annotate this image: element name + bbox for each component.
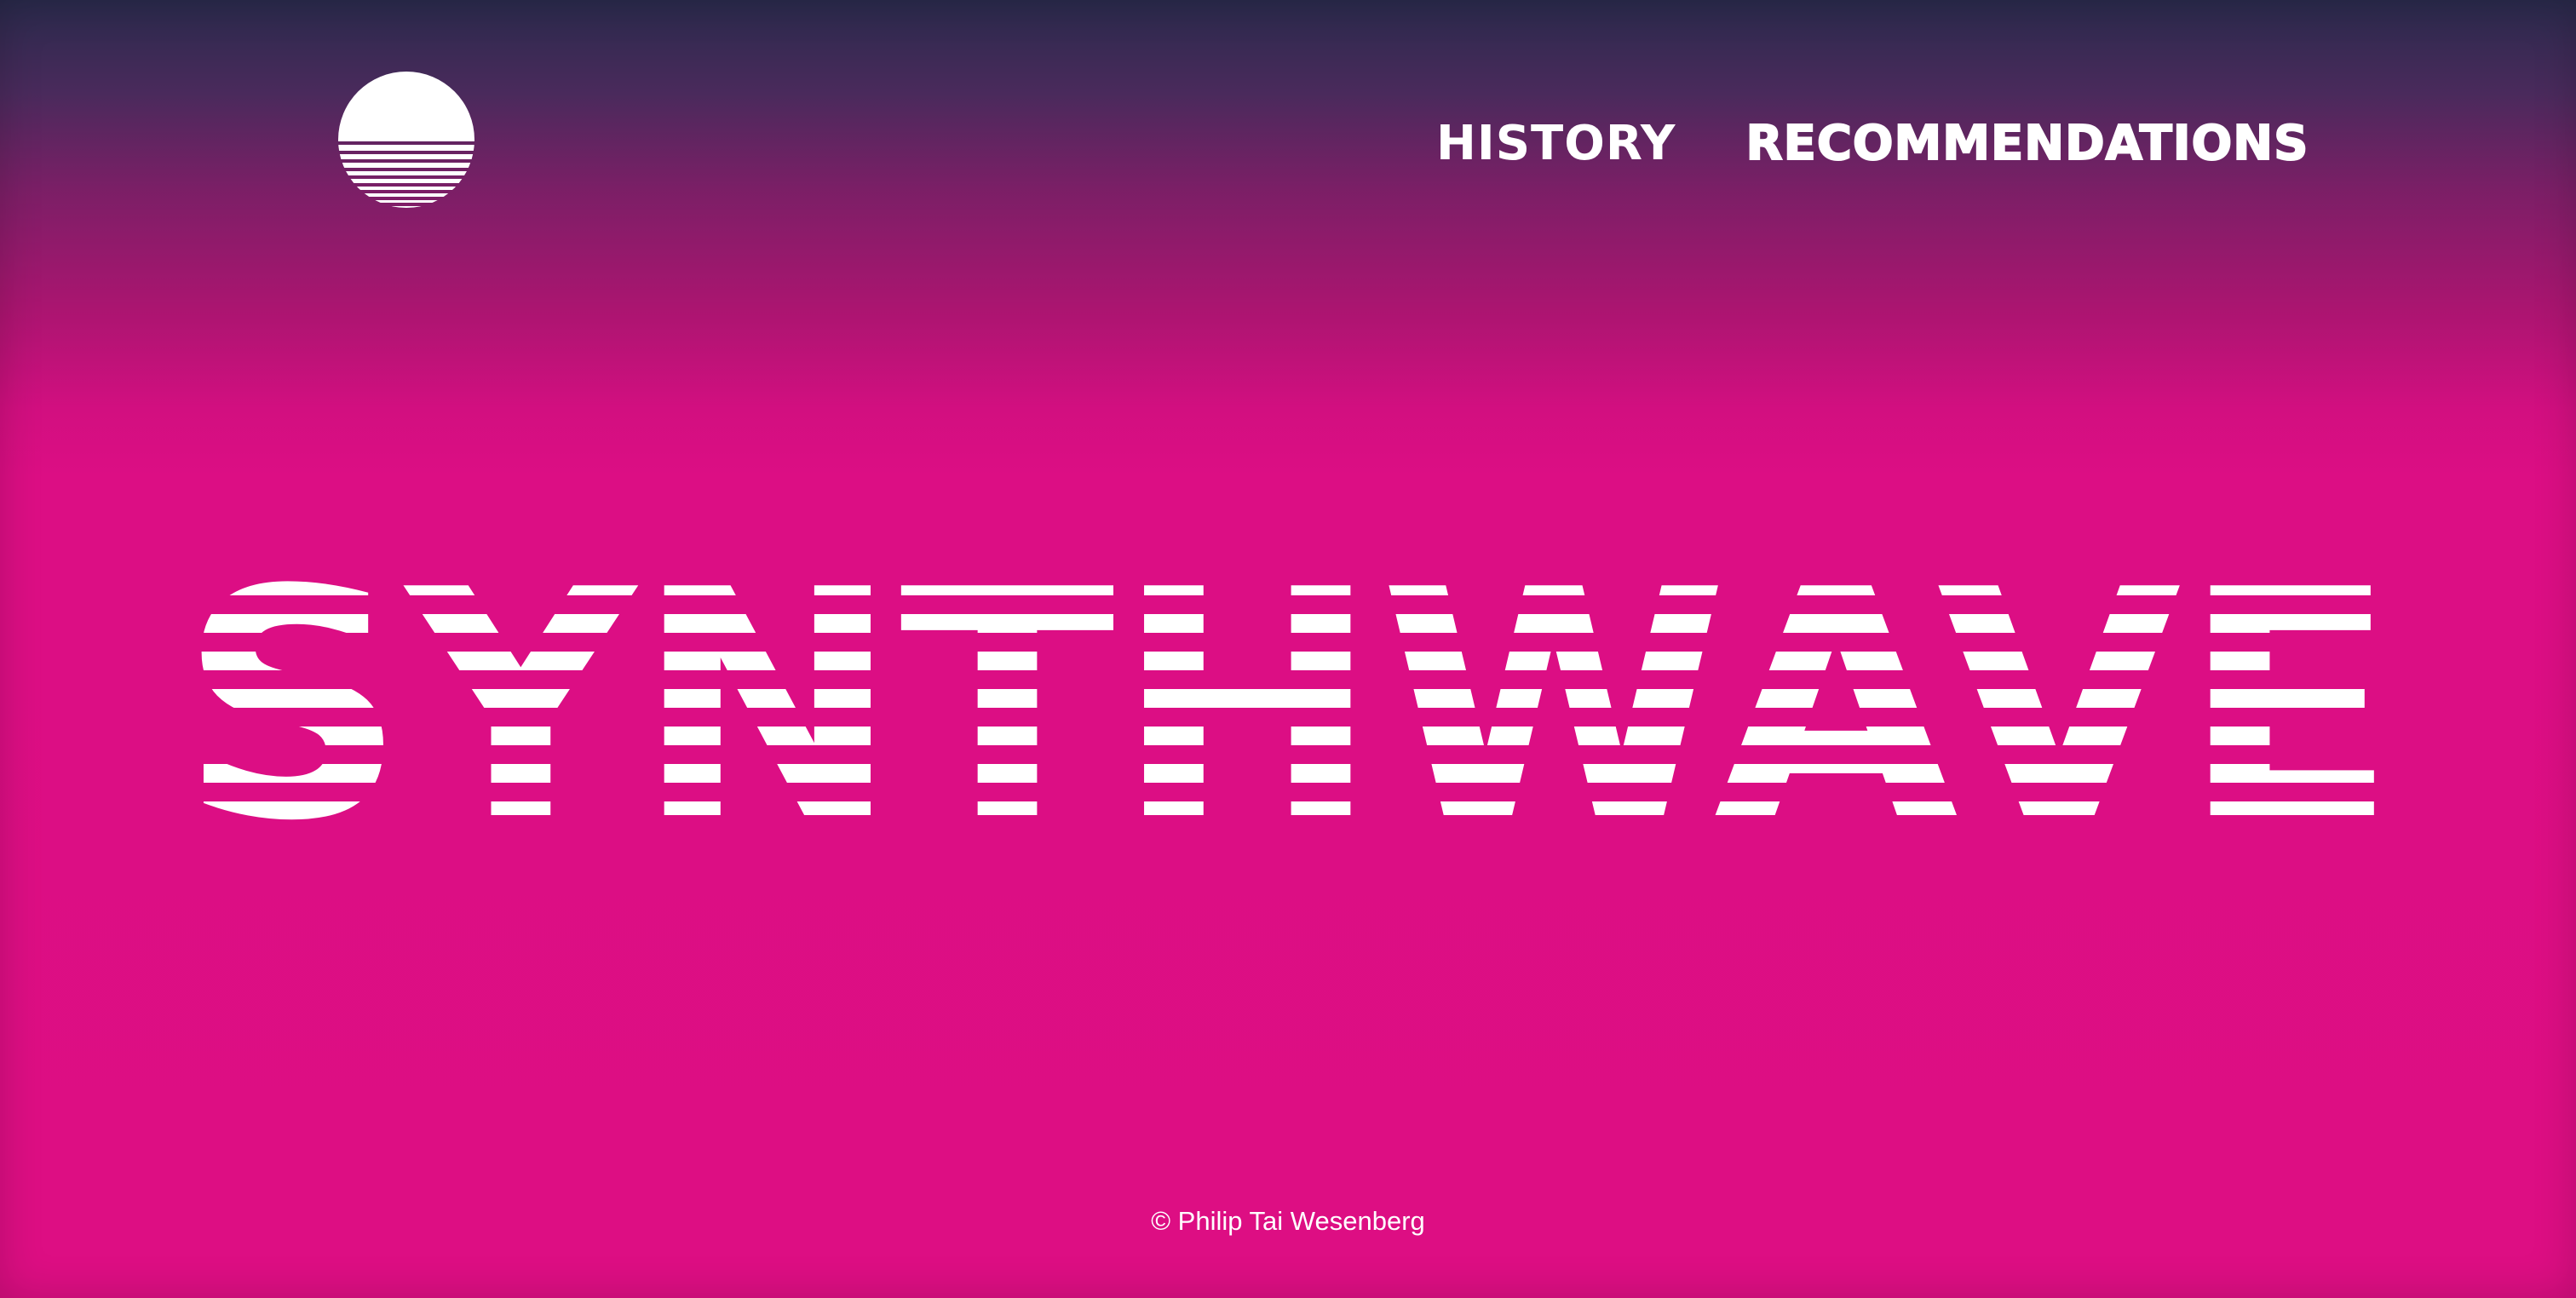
page-background: HISTORY RECOMMENDATIONS SYNTHWAVE © Phil… [0,0,2576,1298]
main-nav: HISTORY RECOMMENDATIONS [1436,114,2309,174]
nav-link-recommendations[interactable]: RECOMMENDATIONS [1745,114,2309,174]
sunset-stripes-icon [338,72,474,208]
home-logo-link[interactable] [337,68,475,211]
nav-link-history[interactable]: HISTORY [1436,114,1676,174]
hero-title-text: SYNTHWAVE [179,524,2397,890]
hero-title-graphic: SYNTHWAVE [179,524,2397,890]
footer-copyright: © Philip Tai Wesenberg [1151,1206,1425,1236]
hero-title: SYNTHWAVE [179,524,2397,890]
